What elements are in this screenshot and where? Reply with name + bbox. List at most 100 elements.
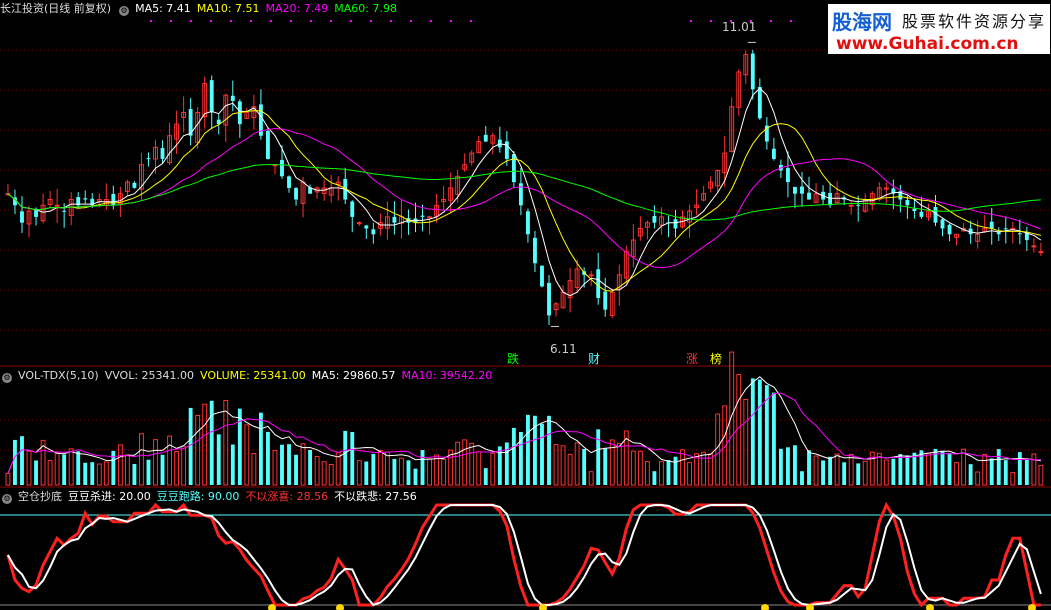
volume-bar [139, 433, 144, 486]
candle-body [1038, 251, 1044, 254]
candle-body [209, 80, 214, 113]
high-price-label: 11.01 [722, 20, 757, 34]
stock-chart-canvas[interactable] [0, 0, 1051, 610]
volume-bar [842, 462, 847, 485]
candle-body [940, 219, 945, 229]
volume-bar [834, 453, 840, 486]
volume-bar [174, 451, 180, 486]
volume-bar [167, 435, 172, 486]
volume-bar [153, 439, 158, 486]
volume-bar [954, 462, 960, 486]
signal-dot [430, 20, 432, 22]
volume-bar [828, 456, 833, 485]
volume-bar [83, 462, 88, 485]
volume-bar [553, 443, 559, 486]
volume-bar [371, 453, 376, 485]
candle-body [912, 208, 917, 212]
candle-body [526, 211, 530, 235]
candle-body [294, 188, 298, 200]
indicator-chart[interactable] [0, 501, 1051, 610]
volume-bar [1010, 472, 1016, 486]
volume-bar [786, 447, 790, 485]
candlestick-chart[interactable] [5, 41, 1044, 327]
settings-gear-icon[interactable]: ⚙ [2, 373, 12, 383]
vol-indicator-name: VOL-TDX(5,10) [18, 369, 99, 382]
volume-bar [982, 453, 988, 486]
volume-bar [377, 449, 383, 486]
signal-dot [790, 20, 792, 22]
candle-body [287, 176, 291, 188]
volume-bar [244, 424, 250, 486]
volume-bar [989, 458, 994, 485]
volume-bar [1038, 465, 1044, 486]
signal-dot [410, 20, 412, 22]
candle-body [132, 182, 137, 188]
volume-bar [876, 452, 882, 486]
signal-dot [350, 20, 352, 22]
volume-bar [202, 403, 208, 486]
volume-bar [743, 398, 749, 486]
volume-bar [62, 454, 67, 485]
candle-body [856, 204, 861, 206]
volume-bar [20, 436, 24, 485]
candle-body [652, 215, 657, 223]
volume-bar [343, 430, 348, 485]
volume-bar [540, 423, 544, 485]
signal-tag-2: 财 [588, 352, 601, 366]
candle-body [364, 225, 369, 229]
volume-bar [771, 392, 776, 485]
candle-body [266, 130, 270, 159]
volume-bar [216, 434, 221, 485]
volume-bar [603, 448, 608, 485]
volume-bar [490, 452, 496, 486]
signal-tag-3: 涨 [686, 352, 699, 366]
volume-bar [90, 462, 95, 485]
watermark-logo: 股海网 股票软件资源分享 www.Guhai.com.cn [828, 4, 1050, 54]
volume-bar [687, 462, 692, 486]
volume-bar [392, 458, 397, 485]
settings-gear-icon[interactable]: ⚙ [119, 6, 130, 16]
volume-bar [637, 450, 643, 486]
volume-bar [356, 460, 362, 486]
volume-bar [441, 458, 447, 486]
settings-gear-icon[interactable]: ⚙ [2, 494, 12, 504]
volume-bar [117, 444, 123, 486]
signal-dot [710, 20, 712, 22]
volume-bar [1024, 459, 1029, 485]
volume-bar [272, 450, 278, 486]
volume-bar [384, 451, 390, 486]
signal-tag-1: 跌 [507, 352, 520, 366]
candle-body [504, 141, 509, 159]
signal-dot [470, 20, 472, 22]
volume-bar [511, 427, 516, 485]
volume-bar [596, 429, 601, 485]
candle-body [371, 229, 376, 235]
volume-bar [807, 450, 811, 485]
volume-bar [821, 460, 825, 485]
volume-bar [588, 471, 594, 486]
signal-dot [310, 20, 312, 22]
volume-bar [1003, 460, 1008, 485]
volume-bar [680, 449, 685, 486]
volume-bar [258, 412, 263, 485]
signal-dot [690, 20, 692, 22]
volume-bar [76, 451, 81, 485]
ma20-value: MA20: 7.49 [265, 2, 329, 15]
signal-dot [170, 20, 172, 22]
oscillator-white-line [7, 504, 1042, 607]
volume-bar [800, 471, 804, 485]
volume-bar [287, 444, 291, 485]
volume-bar [209, 400, 214, 485]
volume-bar [862, 460, 868, 486]
volume-bar [111, 450, 116, 485]
candle-body [356, 222, 362, 225]
volume-bar [701, 451, 707, 486]
volume-bar [321, 461, 327, 486]
watermark-url: www.Guhai.com.cn [836, 34, 1019, 54]
candle-body [588, 274, 594, 277]
signal-dot [770, 20, 772, 22]
candle-body [511, 154, 516, 183]
volume-bar [181, 445, 187, 486]
volume-bar [968, 464, 973, 485]
volume-bar [132, 463, 137, 485]
